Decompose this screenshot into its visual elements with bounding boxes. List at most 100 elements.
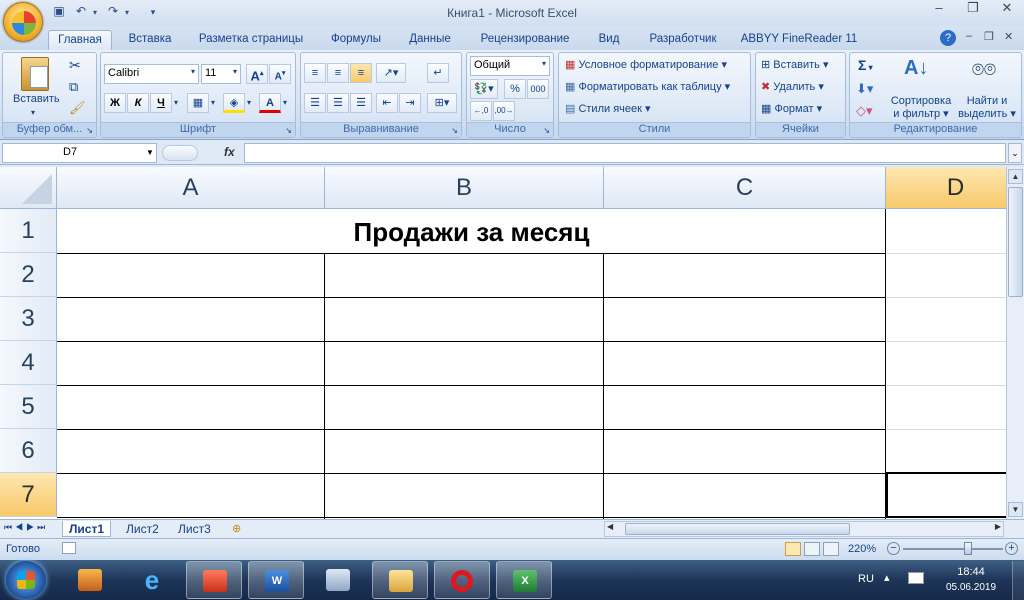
row-header-3[interactable]: 3 xyxy=(0,297,57,341)
align-left-icon[interactable]: ☰ xyxy=(304,93,326,113)
fill-icon[interactable]: ⬇▾ xyxy=(856,81,873,97)
worksheet-grid[interactable]: A B C D 1 2 3 4 5 6 7 Продажи за месяц xyxy=(0,167,1006,519)
align-top-icon[interactable]: ≡ xyxy=(304,63,326,83)
merge-center-icon[interactable]: ⊞▾ xyxy=(427,93,457,113)
autosum-button[interactable]: Σ ▾ xyxy=(858,57,873,73)
increase-decimal-icon[interactable]: ←,0 xyxy=(470,101,492,121)
find-select-button[interactable]: Найти и выделить ▾ xyxy=(958,95,1016,120)
close-icon[interactable]: ✕ xyxy=(990,0,1024,20)
expand-formula-bar-icon[interactable]: ⌄ xyxy=(1008,143,1022,163)
align-middle-icon[interactable]: ≡ xyxy=(327,63,349,83)
title-cell-a1[interactable]: Продажи за месяц xyxy=(57,209,886,253)
clock-date[interactable]: 05.06.2019 xyxy=(940,582,1002,593)
clock-time[interactable]: 18:44 xyxy=(946,566,996,578)
name-box-dropdown-icon[interactable]: ▼ xyxy=(146,148,154,157)
font-color-dropdown-icon[interactable]: ▾ xyxy=(283,98,287,107)
format-cells-button[interactable]: ▦ Формат ▾ xyxy=(761,102,822,115)
zoom-in-icon[interactable]: + xyxy=(1005,542,1018,555)
page-break-view-icon[interactable] xyxy=(823,542,839,556)
tray-chevron-icon[interactable]: ▴ xyxy=(884,571,890,584)
tab-review[interactable]: Рецензирование xyxy=(470,30,580,50)
minimize-icon[interactable]: – xyxy=(922,0,956,20)
fill-dropdown-icon[interactable]: ▾ xyxy=(247,98,251,107)
decrease-decimal-icon[interactable]: ,00→ xyxy=(493,101,515,121)
taskbar-app-installer[interactable] xyxy=(62,561,118,599)
zoom-out-icon[interactable]: − xyxy=(887,542,900,555)
taskbar-explorer[interactable] xyxy=(372,561,428,599)
macro-record-icon[interactable] xyxy=(62,542,76,554)
align-center-icon[interactable]: ☰ xyxy=(327,93,349,113)
ribbon-minimize-icon[interactable]: – xyxy=(966,30,972,42)
show-desktop-button[interactable] xyxy=(1012,561,1024,600)
start-button[interactable] xyxy=(6,561,46,599)
percent-button[interactable]: % xyxy=(504,79,526,99)
font-size-select[interactable]: 11 ▾ xyxy=(201,64,241,84)
borders-dropdown-icon[interactable]: ▾ xyxy=(211,98,215,107)
font-launcher-icon[interactable]: ↘ xyxy=(285,126,292,135)
format-painter-icon[interactable]: 🖌 xyxy=(69,100,86,116)
row-header-5[interactable]: 5 xyxy=(0,385,57,429)
fill-color-icon[interactable]: ◈ xyxy=(223,93,245,113)
paste-icon[interactable] xyxy=(21,57,49,91)
column-header-a[interactable]: A xyxy=(57,167,325,209)
zoom-slider-thumb[interactable] xyxy=(964,542,972,555)
number-launcher-icon[interactable]: ↘ xyxy=(543,126,550,135)
alignment-launcher-icon[interactable]: ↘ xyxy=(451,126,458,135)
thousands-button[interactable]: 000 xyxy=(527,79,549,99)
tab-developer[interactable]: Разработчик xyxy=(638,30,728,50)
copy-icon[interactable]: ⧉ xyxy=(69,79,78,95)
currency-icon[interactable]: 💱▾ xyxy=(470,79,498,99)
network-icon[interactable] xyxy=(908,572,924,584)
tab-abbyy[interactable]: ABBYY FineReader 11 xyxy=(738,30,860,50)
shrink-font-button[interactable]: A▾ xyxy=(269,64,291,84)
normal-view-icon[interactable] xyxy=(785,542,801,556)
conditional-formatting-button[interactable]: ▦ Условное форматирование ▾ xyxy=(565,58,727,71)
tab-data[interactable]: Данные xyxy=(400,30,460,50)
underline-dropdown-icon[interactable]: ▾ xyxy=(174,98,178,107)
cell-styles-button[interactable]: ▤ Стили ячеек ▾ xyxy=(565,102,651,115)
align-right-icon[interactable]: ☰ xyxy=(350,93,372,113)
italic-button[interactable]: К xyxy=(127,93,149,113)
language-indicator[interactable]: RU xyxy=(858,573,874,585)
sheet-nav-icon[interactable]: ⏮◀▶⏭ xyxy=(4,522,48,533)
sheet-tab-3[interactable]: Лист3 xyxy=(172,521,217,537)
cut-icon[interactable]: ✂ xyxy=(69,57,81,74)
decrease-indent-icon[interactable]: ⇤ xyxy=(376,93,398,113)
row-header-7[interactable]: 7 xyxy=(0,473,57,517)
taskbar-calculator[interactable] xyxy=(310,561,366,599)
office-button[interactable] xyxy=(3,2,43,42)
font-name-select[interactable]: Calibri ▾ xyxy=(104,64,199,84)
number-format-select[interactable]: Общий ▾ xyxy=(470,56,550,76)
insert-cells-button[interactable]: ⊞ Вставить ▾ xyxy=(761,58,829,71)
sort-filter-icon[interactable]: A↓ xyxy=(904,57,928,80)
align-bottom-icon[interactable]: ≡ xyxy=(350,63,372,83)
taskbar-opera[interactable] xyxy=(434,561,490,599)
font-color-button[interactable]: A xyxy=(259,93,281,113)
format-as-table-button[interactable]: ▦ Форматировать как таблицу ▾ xyxy=(565,80,730,93)
column-header-b[interactable]: B xyxy=(325,167,604,209)
orientation-icon[interactable]: ↗▾ xyxy=(376,63,406,83)
row-header-1[interactable]: 1 xyxy=(0,209,57,253)
sheet-tab-2[interactable]: Лист2 xyxy=(120,521,165,537)
zoom-level[interactable]: 220% xyxy=(848,543,876,555)
paste-button[interactable]: Вставить xyxy=(13,93,60,105)
insert-sheet-icon[interactable]: ⊕ xyxy=(232,522,241,535)
taskbar-excel[interactable]: X xyxy=(496,561,552,599)
taskbar-word[interactable]: W xyxy=(248,561,304,599)
name-box[interactable]: D7 xyxy=(2,143,157,163)
formula-input[interactable] xyxy=(244,143,1006,163)
bold-button[interactable]: Ж xyxy=(104,93,126,113)
taskbar-powerpoint-reader[interactable] xyxy=(186,561,242,599)
active-cell-d7[interactable] xyxy=(886,472,1006,518)
tab-view[interactable]: Вид xyxy=(590,30,628,50)
column-header-d[interactable]: D xyxy=(886,167,1006,209)
grow-font-button[interactable]: A▴ xyxy=(246,64,268,84)
underline-button[interactable]: Ч xyxy=(150,93,172,113)
vertical-scrollbar[interactable]: ▲ ▼ xyxy=(1006,167,1024,519)
insert-function-button[interactable]: fx xyxy=(224,145,235,159)
row-header-4[interactable]: 4 xyxy=(0,341,57,385)
column-header-c[interactable]: C xyxy=(604,167,886,209)
sort-filter-button[interactable]: Сортировка и фильтр ▾ xyxy=(886,95,956,120)
help-icon[interactable]: ? xyxy=(940,30,956,46)
tab-insert[interactable]: Вставка xyxy=(122,30,178,50)
